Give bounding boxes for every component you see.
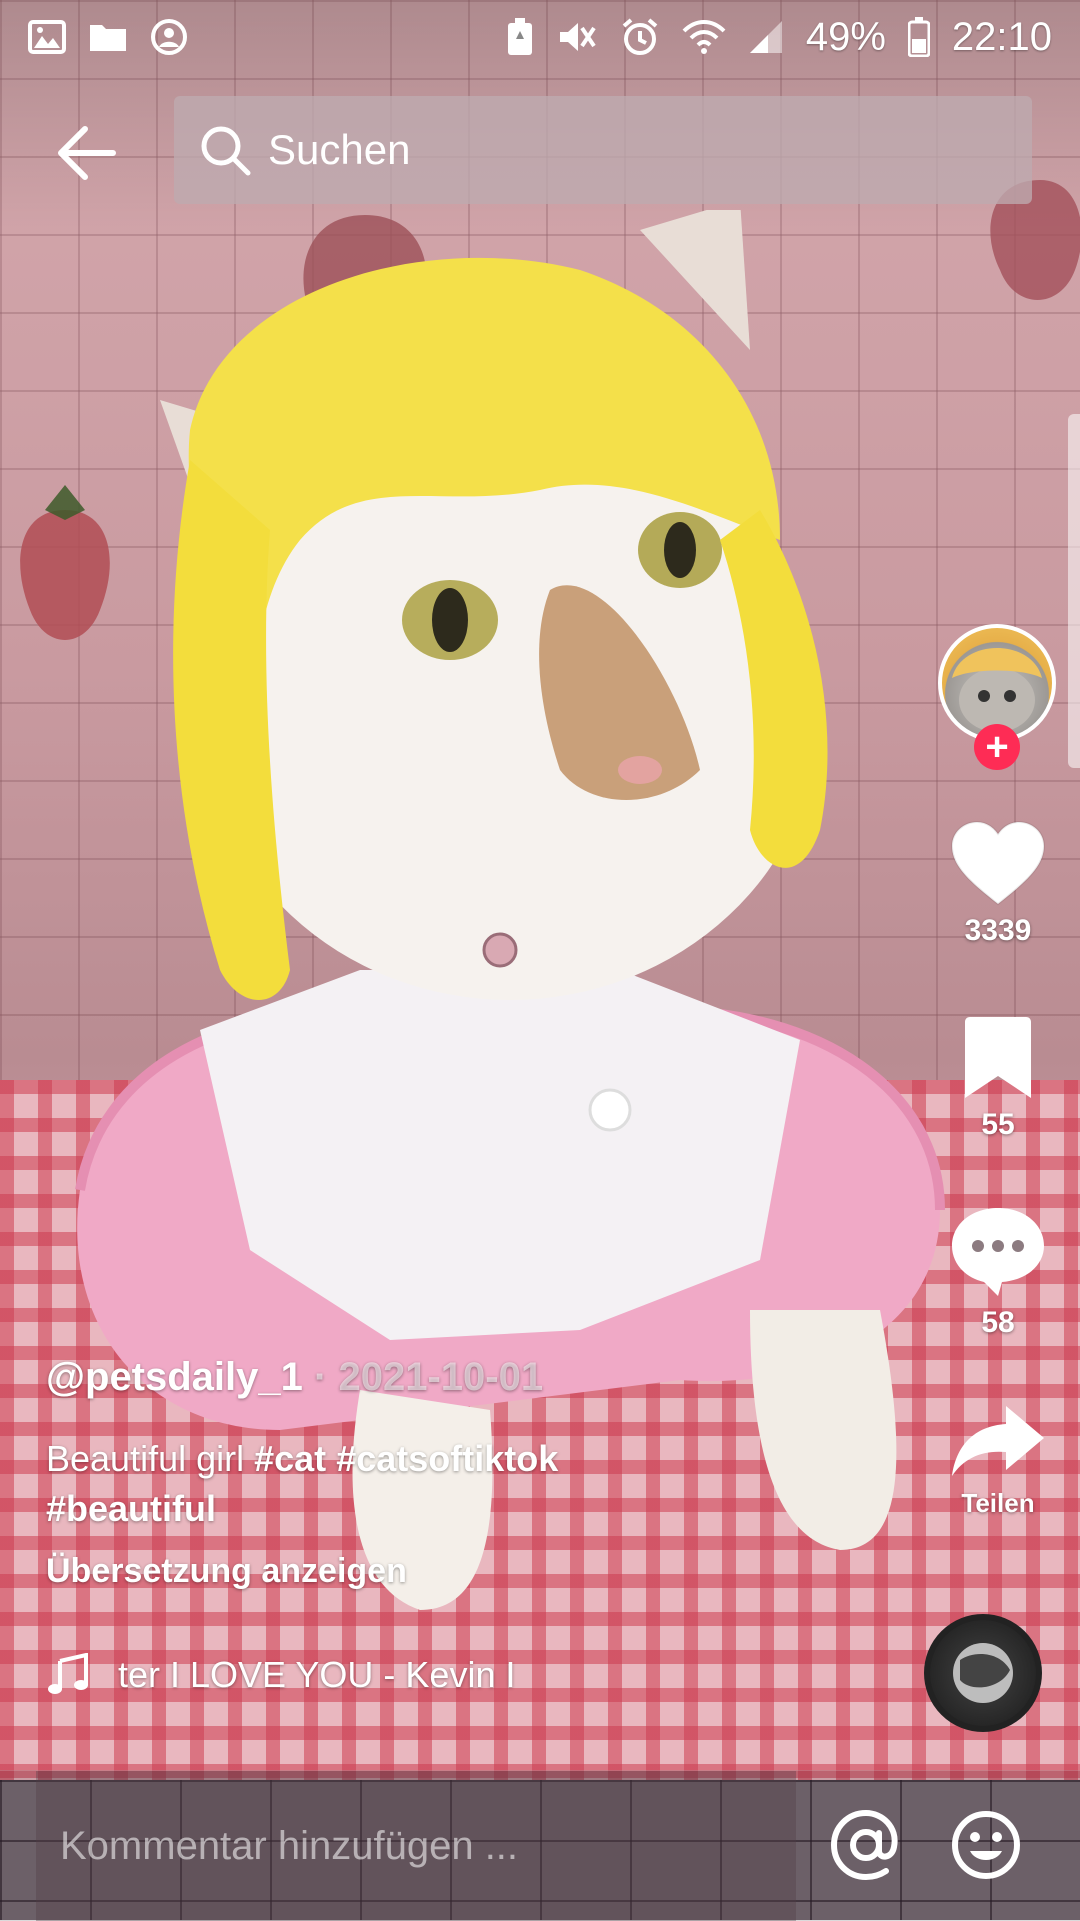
comment-count: 58 bbox=[981, 1306, 1015, 1339]
user-line: @petsdaily_1 · 2021-10-01 bbox=[46, 1355, 926, 1400]
share-label: Teilen bbox=[961, 1488, 1035, 1518]
search-icon bbox=[201, 126, 251, 176]
battery-icon bbox=[907, 17, 930, 57]
status-bar-right: 49% 22:10 bbox=[506, 15, 1052, 60]
side-scroll-indicator bbox=[1068, 414, 1080, 768]
hashtag-link[interactable]: #beautiful bbox=[46, 1488, 216, 1529]
music-note-icon bbox=[48, 1653, 88, 1694]
back-button[interactable] bbox=[52, 118, 122, 188]
post-date: 2021-10-01 bbox=[338, 1355, 544, 1399]
music-disc-art bbox=[953, 1643, 1013, 1703]
share-action[interactable]: Teilen bbox=[938, 1404, 1058, 1519]
description-text: Beautiful girl bbox=[46, 1438, 255, 1479]
post-caption: @petsdaily_1 · 2021-10-01 Beautiful girl… bbox=[46, 1355, 926, 1591]
comment-input[interactable]: Kommentar hinzufügen ... bbox=[36, 1771, 796, 1921]
like-action[interactable]: 3339 bbox=[938, 820, 1058, 948]
comment-action[interactable]: 58 bbox=[938, 1206, 1058, 1340]
like-count: 3339 bbox=[964, 914, 1032, 947]
alarm-icon bbox=[620, 17, 660, 57]
wifi-icon bbox=[682, 19, 726, 55]
cat-avatar-image bbox=[952, 648, 1042, 732]
bookmark-count: 55 bbox=[981, 1108, 1015, 1141]
search-placeholder: Suchen bbox=[268, 126, 411, 173]
show-translation-link[interactable]: Übersetzung anzeigen bbox=[46, 1552, 926, 1591]
battery-percent: 49% bbox=[805, 14, 886, 59]
signal-icon bbox=[748, 19, 784, 55]
speech-bubble-icon bbox=[952, 1208, 1044, 1296]
music-disc-button[interactable] bbox=[924, 1614, 1042, 1732]
status-bar: 49% 22:10 bbox=[0, 0, 1080, 74]
hashtag-link[interactable]: #cat bbox=[254, 1438, 326, 1479]
post-description: Beautiful girl #cat #catsoftiktok #beaut… bbox=[46, 1434, 666, 1534]
bookmark-icon bbox=[965, 1017, 1031, 1098]
gallery-icon bbox=[28, 20, 66, 54]
mention-button[interactable] bbox=[830, 1809, 902, 1881]
video-background[interactable] bbox=[0, 0, 1080, 1920]
username-link[interactable]: @petsdaily_1 bbox=[46, 1355, 303, 1399]
comment-bar: Kommentar hinzufügen ... bbox=[0, 1770, 1080, 1921]
music-track[interactable]: ter I LOVE YOU - Kevin I bbox=[46, 1650, 606, 1700]
folder-icon bbox=[88, 21, 128, 53]
heart-icon bbox=[950, 820, 1046, 906]
music-track-title: ter I LOVE YOU - Kevin I bbox=[118, 1654, 516, 1695]
search-input[interactable]: Suchen bbox=[174, 96, 1032, 204]
share-arrow-icon bbox=[952, 1406, 1044, 1476]
mute-vibrate-icon bbox=[556, 18, 598, 56]
battery-saver-icon bbox=[506, 17, 534, 57]
status-bar-left bbox=[28, 18, 188, 56]
emoji-button[interactable] bbox=[950, 1809, 1022, 1881]
separator-dot: · bbox=[302, 1355, 339, 1399]
arrow-left-icon bbox=[58, 126, 116, 180]
comment-placeholder: Kommentar hinzufügen ... bbox=[60, 1823, 519, 1868]
hashtag-link[interactable]: #catsoftiktok bbox=[336, 1438, 558, 1479]
at-sign-icon bbox=[830, 1809, 898, 1881]
clock: 22:10 bbox=[951, 14, 1052, 59]
smiley-icon bbox=[952, 1811, 1020, 1879]
bookmark-action[interactable]: 55 bbox=[938, 1016, 1058, 1142]
follow-plus-button[interactable]: + bbox=[974, 724, 1020, 770]
account-circle-icon bbox=[150, 18, 188, 56]
